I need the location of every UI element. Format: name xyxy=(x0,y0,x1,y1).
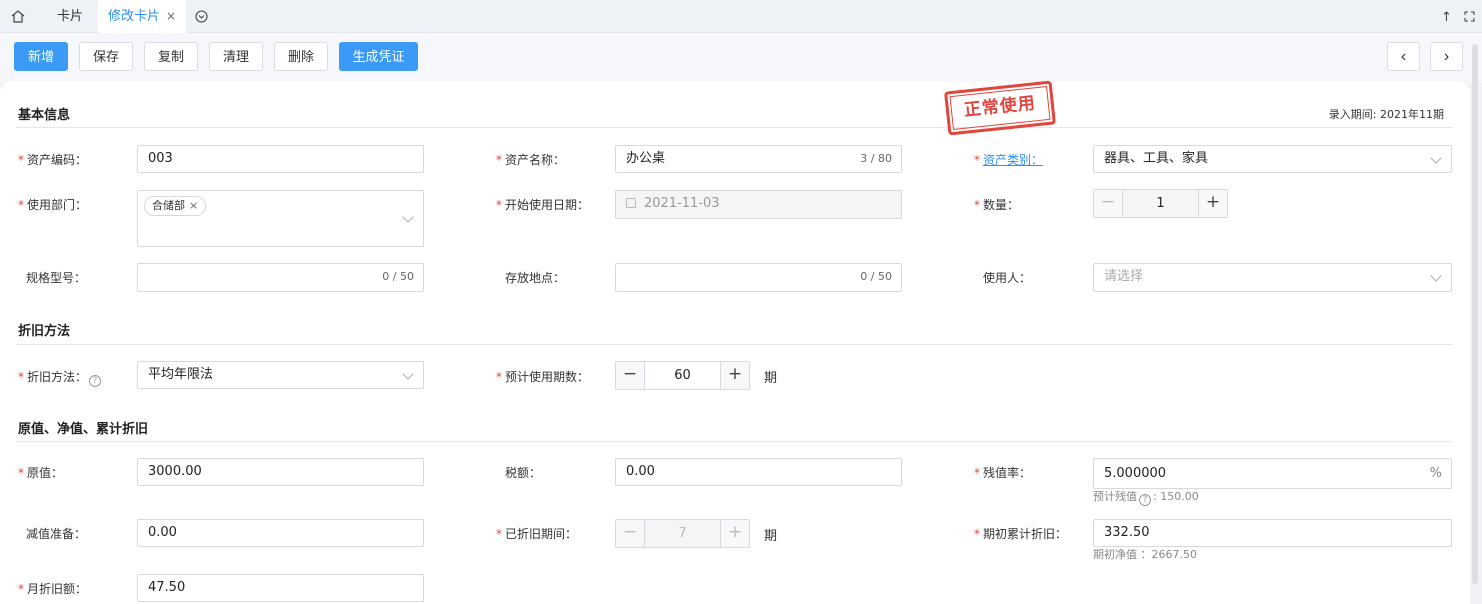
help-icon[interactable]: ? xyxy=(1139,494,1151,506)
tab-close-icon[interactable]: × xyxy=(166,9,176,23)
monthly-input[interactable]: 47.50 xyxy=(137,574,424,602)
residual-rate-input[interactable]: 5.000000% xyxy=(1093,458,1452,489)
plus-icon[interactable]: + xyxy=(1198,190,1227,217)
entry-period: 录入期间: 2021年11期 xyxy=(1328,108,1444,121)
section-divider xyxy=(16,441,1452,442)
add-button[interactable]: 新增 xyxy=(14,42,68,71)
tag-close-icon[interactable]: × xyxy=(189,199,198,212)
tax-input[interactable]: 0.00 xyxy=(615,458,902,486)
chevron-down-icon xyxy=(1430,152,1442,164)
impairment-label: 减值准备： xyxy=(26,527,87,541)
periods-unit: 期 xyxy=(764,371,778,386)
prev-button[interactable]: ‹ xyxy=(1387,42,1420,71)
chevron-down-icon xyxy=(402,211,414,223)
opening-net-hint: 期初净值 ：2667.50 xyxy=(1093,548,1197,561)
depreciated-label: * 已折旧期间： xyxy=(496,527,578,541)
minus-icon[interactable]: − xyxy=(1094,190,1123,217)
asset-category-select[interactable]: 器具、工具、家具 xyxy=(1093,145,1452,173)
asset-code-input[interactable]: 003 xyxy=(137,145,424,173)
opening-acc-input[interactable]: 332.50 xyxy=(1093,519,1452,547)
delete-button[interactable]: 删除 xyxy=(274,42,328,71)
user-label: 使用人： xyxy=(983,271,1032,285)
arrow-up-icon[interactable]: ↑ xyxy=(1441,10,1452,25)
opening-acc-label: * 期初累计折旧： xyxy=(974,527,1068,541)
tab-card[interactable]: 卡片 xyxy=(57,0,83,33)
clear-button[interactable]: 清理 xyxy=(209,42,263,71)
periods-value: 60 xyxy=(674,368,691,383)
qty-value: 1 xyxy=(1156,196,1165,211)
asset-name-label: * 资产名称： xyxy=(496,153,566,167)
next-button[interactable]: › xyxy=(1430,42,1463,71)
method-select[interactable]: 平均年限法 xyxy=(137,361,424,389)
monthly-label: * 月折旧额： xyxy=(18,582,88,596)
tab-edit-card-label: 修改卡片 xyxy=(108,9,161,24)
residual-hint: 预计残值?: 150.00 xyxy=(1093,490,1199,506)
location-label: 存放地点： xyxy=(505,271,566,285)
residual-rate-label: * 残值率： xyxy=(974,466,1032,480)
home-icon[interactable] xyxy=(11,10,25,23)
spec-count: 0 / 50 xyxy=(382,270,414,283)
spec-label: 规格型号： xyxy=(26,271,87,285)
qty-label: * 数量： xyxy=(974,198,1020,212)
section-basic-title: 基本信息 xyxy=(18,108,71,123)
save-button[interactable]: 保存 xyxy=(79,42,133,71)
method-label: * 折旧方法：? xyxy=(18,368,103,387)
minus-icon[interactable]: − xyxy=(616,520,645,547)
depreciated-unit: 期 xyxy=(764,529,778,544)
chevron-down-icon xyxy=(1430,270,1442,282)
tab-edit-card[interactable]: 修改卡片 × xyxy=(98,0,187,33)
start-date-input[interactable]: 2021-11-03 xyxy=(615,190,902,219)
copy-button[interactable]: 复制 xyxy=(144,42,198,71)
qty-stepper[interactable]: − 1 + xyxy=(1093,189,1228,218)
fullscreen-icon[interactable] xyxy=(1464,11,1475,22)
depreciated-stepper[interactable]: − 7 + xyxy=(615,519,750,548)
asset-code-label: * 资产编码： xyxy=(18,153,88,167)
depreciated-value: 7 xyxy=(678,526,687,541)
section-divider xyxy=(16,127,1452,128)
dept-select[interactable]: 合储部 × xyxy=(137,190,424,247)
toolbar: 新增 保存 复制 清理 删除 生成凭证 ‹ › xyxy=(0,33,1482,83)
section-depreciation-title: 折旧方法 xyxy=(18,324,71,339)
original-input[interactable]: 3000.00 xyxy=(137,458,424,486)
location-count: 0 / 50 xyxy=(860,270,892,283)
dept-label: * 使用部门： xyxy=(18,198,88,212)
start-date-label: * 开始使用日期： xyxy=(496,198,590,212)
tax-label: 税额： xyxy=(505,466,542,480)
location-input[interactable]: 0 / 50 xyxy=(615,263,902,292)
tab-bar: 卡片 修改卡片 × ↑ xyxy=(0,0,1482,33)
dept-tag: 合储部 × xyxy=(144,196,207,216)
chevron-down-icon xyxy=(402,368,414,380)
scrollbar[interactable] xyxy=(1472,44,1478,584)
minus-icon[interactable]: − xyxy=(616,362,645,389)
periods-stepper[interactable]: − 60 + xyxy=(615,361,750,390)
user-select[interactable]: 请选择 xyxy=(1093,263,1452,292)
impairment-input[interactable]: 0.00 xyxy=(137,519,424,547)
percent-unit: % xyxy=(1429,466,1442,481)
generate-voucher-button[interactable]: 生成凭证 xyxy=(339,42,418,71)
plus-icon[interactable]: + xyxy=(720,520,749,547)
help-icon[interactable]: ? xyxy=(89,375,102,387)
tab-card-label: 卡片 xyxy=(57,9,84,24)
asset-name-input[interactable]: 办公桌 3 / 80 xyxy=(615,145,902,173)
calendar-icon xyxy=(626,198,636,208)
spec-input[interactable]: 0 / 50 xyxy=(137,263,424,292)
plus-icon[interactable]: + xyxy=(720,362,749,389)
asset-name-count: 3 / 80 xyxy=(860,152,892,165)
periods-label: * 预计使用期数： xyxy=(496,370,590,384)
section-value-title: 原值、净值、累计折旧 xyxy=(18,422,149,437)
chevron-circle-icon[interactable] xyxy=(195,10,208,23)
asset-category-label[interactable]: * 资产类别： xyxy=(974,151,1043,168)
section-divider xyxy=(16,344,1452,345)
original-label: * 原值： xyxy=(18,466,64,480)
